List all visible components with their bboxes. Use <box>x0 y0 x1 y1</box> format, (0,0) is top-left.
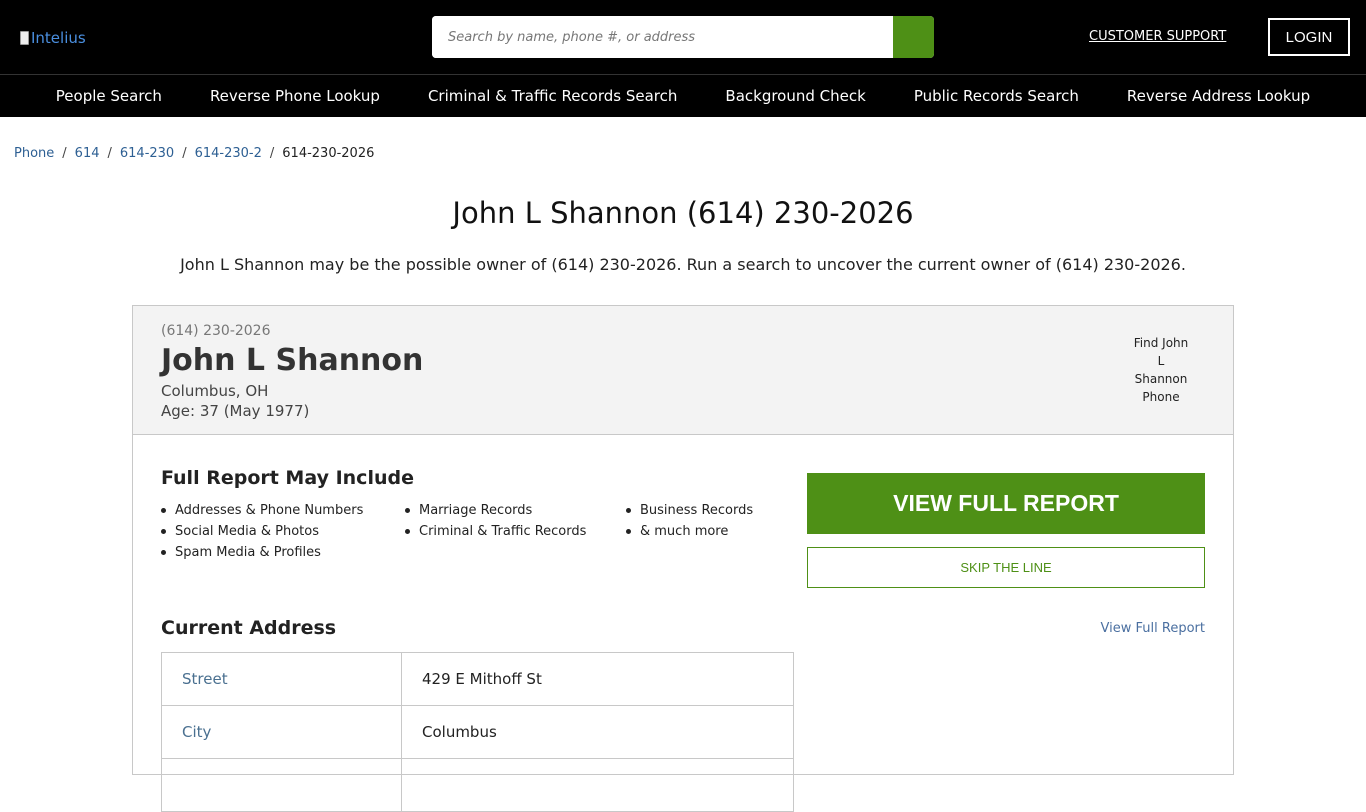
feature-item: Addresses & Phone Numbers <box>161 502 405 523</box>
top-header: Intelius CUSTOMER SUPPORT LOGIN <box>0 0 1366 74</box>
customer-support-link[interactable]: CUSTOMER SUPPORT <box>1089 29 1226 44</box>
view-full-report-button[interactable]: VIEW FULL REPORT <box>807 473 1205 534</box>
login-button[interactable]: LOGIN <box>1268 18 1350 56</box>
person-phone: (614) 230-2026 <box>161 323 271 339</box>
page-title: John L Shannon (614) 230-2026 <box>452 196 914 230</box>
breadcrumb-item[interactable]: Phone <box>14 146 54 161</box>
feature-item: Business Records <box>626 502 786 523</box>
feature-item: Spam Media & Profiles <box>161 544 405 565</box>
feature-item: Social Media & Photos <box>161 523 405 544</box>
nav-background-check[interactable]: Background Check <box>725 87 865 105</box>
address-key: City <box>161 705 402 759</box>
current-address-title: Current Address <box>161 617 337 639</box>
breadcrumb-item[interactable]: 614-230 <box>120 146 174 161</box>
intelius-logo[interactable]: Intelius <box>20 29 86 47</box>
address-value: 429 E Mithoff St <box>401 652 794 706</box>
address-value <box>401 758 794 812</box>
person-image-alt: Find John L Shannon Phone <box>1133 336 1189 404</box>
table-row: Street 429 E Mithoff St <box>161 652 794 706</box>
report-section-title: Full Report May Include <box>161 467 414 489</box>
person-location: Columbus, OH <box>161 382 269 400</box>
broken-image-icon <box>20 31 29 45</box>
nav-reverse-address-lookup[interactable]: Reverse Address Lookup <box>1127 87 1310 105</box>
address-table: Street 429 E Mithoff St City Columbus <box>161 652 794 812</box>
feature-item: Criminal & Traffic Records <box>405 523 626 544</box>
search-bar <box>432 16 934 58</box>
features-column: Addresses & Phone Numbers Social Media &… <box>161 502 405 565</box>
features-column: Business Records & much more <box>626 502 786 565</box>
breadcrumb-separator: / <box>182 146 187 161</box>
nav-criminal-traffic-records[interactable]: Criminal & Traffic Records Search <box>428 87 677 105</box>
address-key: Street <box>161 652 402 706</box>
address-key <box>161 758 402 812</box>
nav-people-search[interactable]: People Search <box>56 87 162 105</box>
skip-the-line-button[interactable]: SKIP THE LINE <box>807 547 1205 588</box>
breadcrumb-item[interactable]: 614 <box>75 146 100 161</box>
table-row <box>161 758 794 812</box>
breadcrumb-current: 614-230-2026 <box>282 146 375 161</box>
page-subtitle: John L Shannon may be the possible owner… <box>180 255 1186 274</box>
person-age: Age: 37 (May 1977) <box>161 402 310 420</box>
address-value: Columbus <box>401 705 794 759</box>
logo-alt-text: Intelius <box>31 29 86 47</box>
table-row: City Columbus <box>161 705 794 759</box>
breadcrumb-separator: / <box>62 146 67 161</box>
search-input[interactable] <box>432 16 893 58</box>
report-features: Addresses & Phone Numbers Social Media &… <box>161 502 786 565</box>
view-full-report-link[interactable]: View Full Report <box>1093 621 1205 636</box>
nav-reverse-phone-lookup[interactable]: Reverse Phone Lookup <box>210 87 380 105</box>
breadcrumb-separator: / <box>107 146 112 161</box>
nav-public-records-search[interactable]: Public Records Search <box>914 87 1079 105</box>
person-card-header: (614) 230-2026 John L Shannon Columbus, … <box>133 306 1233 435</box>
search-button[interactable] <box>893 16 934 58</box>
person-card: (614) 230-2026 John L Shannon Columbus, … <box>132 305 1234 812</box>
breadcrumb-item[interactable]: 614-230-2 <box>195 146 262 161</box>
feature-item: & much more <box>626 523 786 544</box>
breadcrumb-separator: / <box>269 146 275 161</box>
feature-item: Marriage Records <box>405 502 626 523</box>
main-nav: People Search Reverse Phone Lookup Crimi… <box>0 74 1366 117</box>
features-column: Marriage Records Criminal & Traffic Reco… <box>405 502 626 565</box>
person-name: John L Shannon <box>161 343 424 378</box>
breadcrumb: Phone / 614 / 614-230 / 614-230-2 / 614-… <box>14 146 374 161</box>
